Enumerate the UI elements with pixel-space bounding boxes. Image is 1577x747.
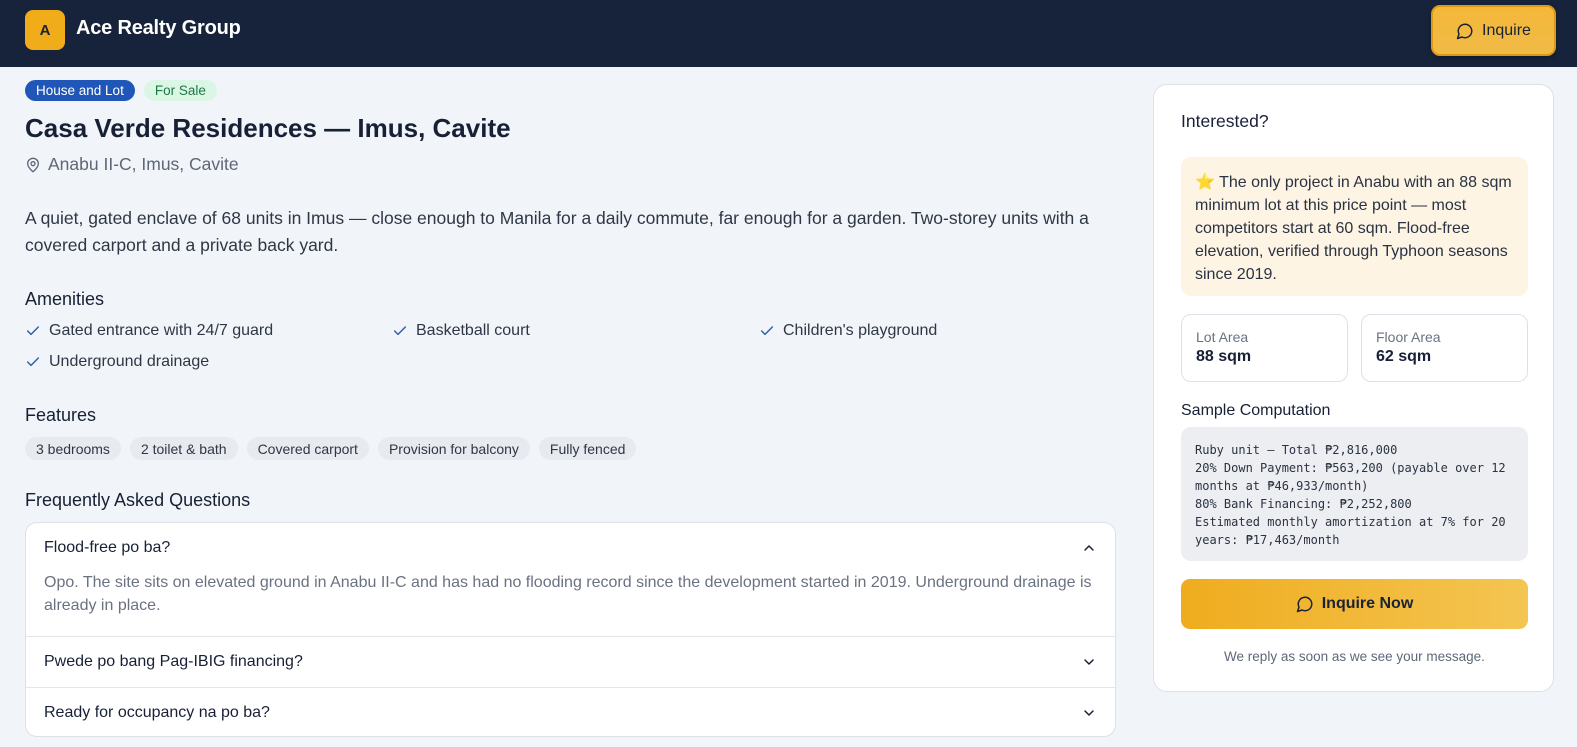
feature-chip: Covered carport <box>246 437 369 460</box>
chat-bubble-icon <box>1296 595 1314 613</box>
amenity-item: Gated entrance with 24/7 guard <box>25 322 273 340</box>
inquire-now-button[interactable]: Inquire Now <box>1181 579 1528 629</box>
map-pin-icon <box>25 156 41 174</box>
feature-chip: Fully fenced <box>538 437 637 460</box>
faq-accordion: Flood-free po ba? Opo. The site sits on … <box>25 522 1116 737</box>
sample-computation: Ruby unit — Total ₱2,816,000 20% Down Pa… <box>1181 427 1528 561</box>
chat-bubble-icon <box>1456 22 1474 40</box>
inquiry-card-title: Interested? <box>1181 111 1269 131</box>
location-text: Anabu II-C, Imus, Cavite <box>48 154 239 174</box>
faq-heading: Frequently Asked Questions <box>25 490 251 510</box>
amenity-label: Gated entrance with 24/7 guard <box>49 322 274 339</box>
brand-logo[interactable]: A <box>25 10 65 50</box>
faq-answer: Opo. The site sits on elevated ground in… <box>44 574 1092 614</box>
lot-area-stat: Lot Area 88 sqm <box>1181 314 1348 382</box>
floor-area-value: 62 sqm <box>1376 348 1432 365</box>
top-navbar: A Ace Realty Group Inquire <box>0 0 1577 67</box>
chevron-down-icon <box>1081 705 1097 721</box>
check-icon <box>392 323 408 339</box>
inquiry-card: Interested? ⭐ The only project in Anabu … <box>1153 84 1554 692</box>
faq-question-toggle[interactable]: Pwede po bang Pag-IBIG financing? <box>26 637 1115 687</box>
listing-description: A quiet, gated enclave of 68 units in Im… <box>25 208 1089 255</box>
header-inquire-label: Inquire <box>1482 21 1531 39</box>
reply-note: We reply as soon as we see your message. <box>1224 649 1485 664</box>
faq-question-toggle[interactable]: Ready for occupancy na po ba? <box>26 688 1115 736</box>
computation-heading: Sample Computation <box>1181 402 1331 419</box>
floor-area-label: Floor Area <box>1376 329 1441 345</box>
faq-question: Pwede po bang Pag-IBIG financing? <box>44 653 303 670</box>
check-icon <box>759 323 775 339</box>
highlight-callout: ⭐ The only project in Anabu with an 88 s… <box>1181 157 1528 296</box>
lot-area-label: Lot Area <box>1196 329 1249 345</box>
amenity-item: Basketball court <box>392 322 530 340</box>
faq-item: Ready for occupancy na po ba? <box>26 687 1115 736</box>
amenities-heading: Amenities <box>25 289 105 309</box>
amenity-label: Basketball court <box>416 322 530 339</box>
faq-question: Ready for occupancy na po ba? <box>44 704 270 721</box>
status-badge: For Sale <box>143 80 217 101</box>
amenity-item: Underground drainage <box>25 353 209 371</box>
features-list: 3 bedrooms 2 toilet & bath Covered carpo… <box>25 437 637 460</box>
listing-location: Anabu II-C, Imus, Cavite <box>25 154 239 175</box>
feature-chip: 3 bedrooms <box>25 437 121 460</box>
features-heading: Features <box>25 405 97 425</box>
amenity-item: Children's playground <box>759 322 937 340</box>
listing-title: Casa Verde Residences — Imus, Cavite <box>25 113 511 143</box>
property-type-badge: House and Lot <box>25 80 135 101</box>
feature-chip: 2 toilet & bath <box>129 437 238 460</box>
faq-item: Flood-free po ba? Opo. The site sits on … <box>26 523 1115 636</box>
faq-question-toggle[interactable]: Flood-free po ba? <box>26 523 1115 573</box>
floor-area-stat: Floor Area 62 sqm <box>1361 314 1528 382</box>
inquire-now-label: Inquire Now <box>1321 595 1414 612</box>
lot-area-value: 88 sqm <box>1196 348 1252 365</box>
chevron-up-icon <box>1081 540 1097 556</box>
amenity-label: Underground drainage <box>49 353 210 370</box>
header-inquire-button[interactable]: Inquire <box>1431 5 1556 56</box>
feature-chip: Provision for balcony <box>377 437 530 460</box>
chevron-down-icon <box>1081 654 1097 670</box>
faq-item: Pwede po bang Pag-IBIG financing? <box>26 636 1115 687</box>
faq-question: Flood-free po ba? <box>44 539 171 556</box>
listing-badges: House and Lot For Sale <box>25 80 217 101</box>
brand-name[interactable]: Ace Realty Group <box>76 17 241 40</box>
amenity-label: Children's playground <box>783 322 938 339</box>
check-icon <box>25 354 41 370</box>
check-icon <box>25 323 41 339</box>
